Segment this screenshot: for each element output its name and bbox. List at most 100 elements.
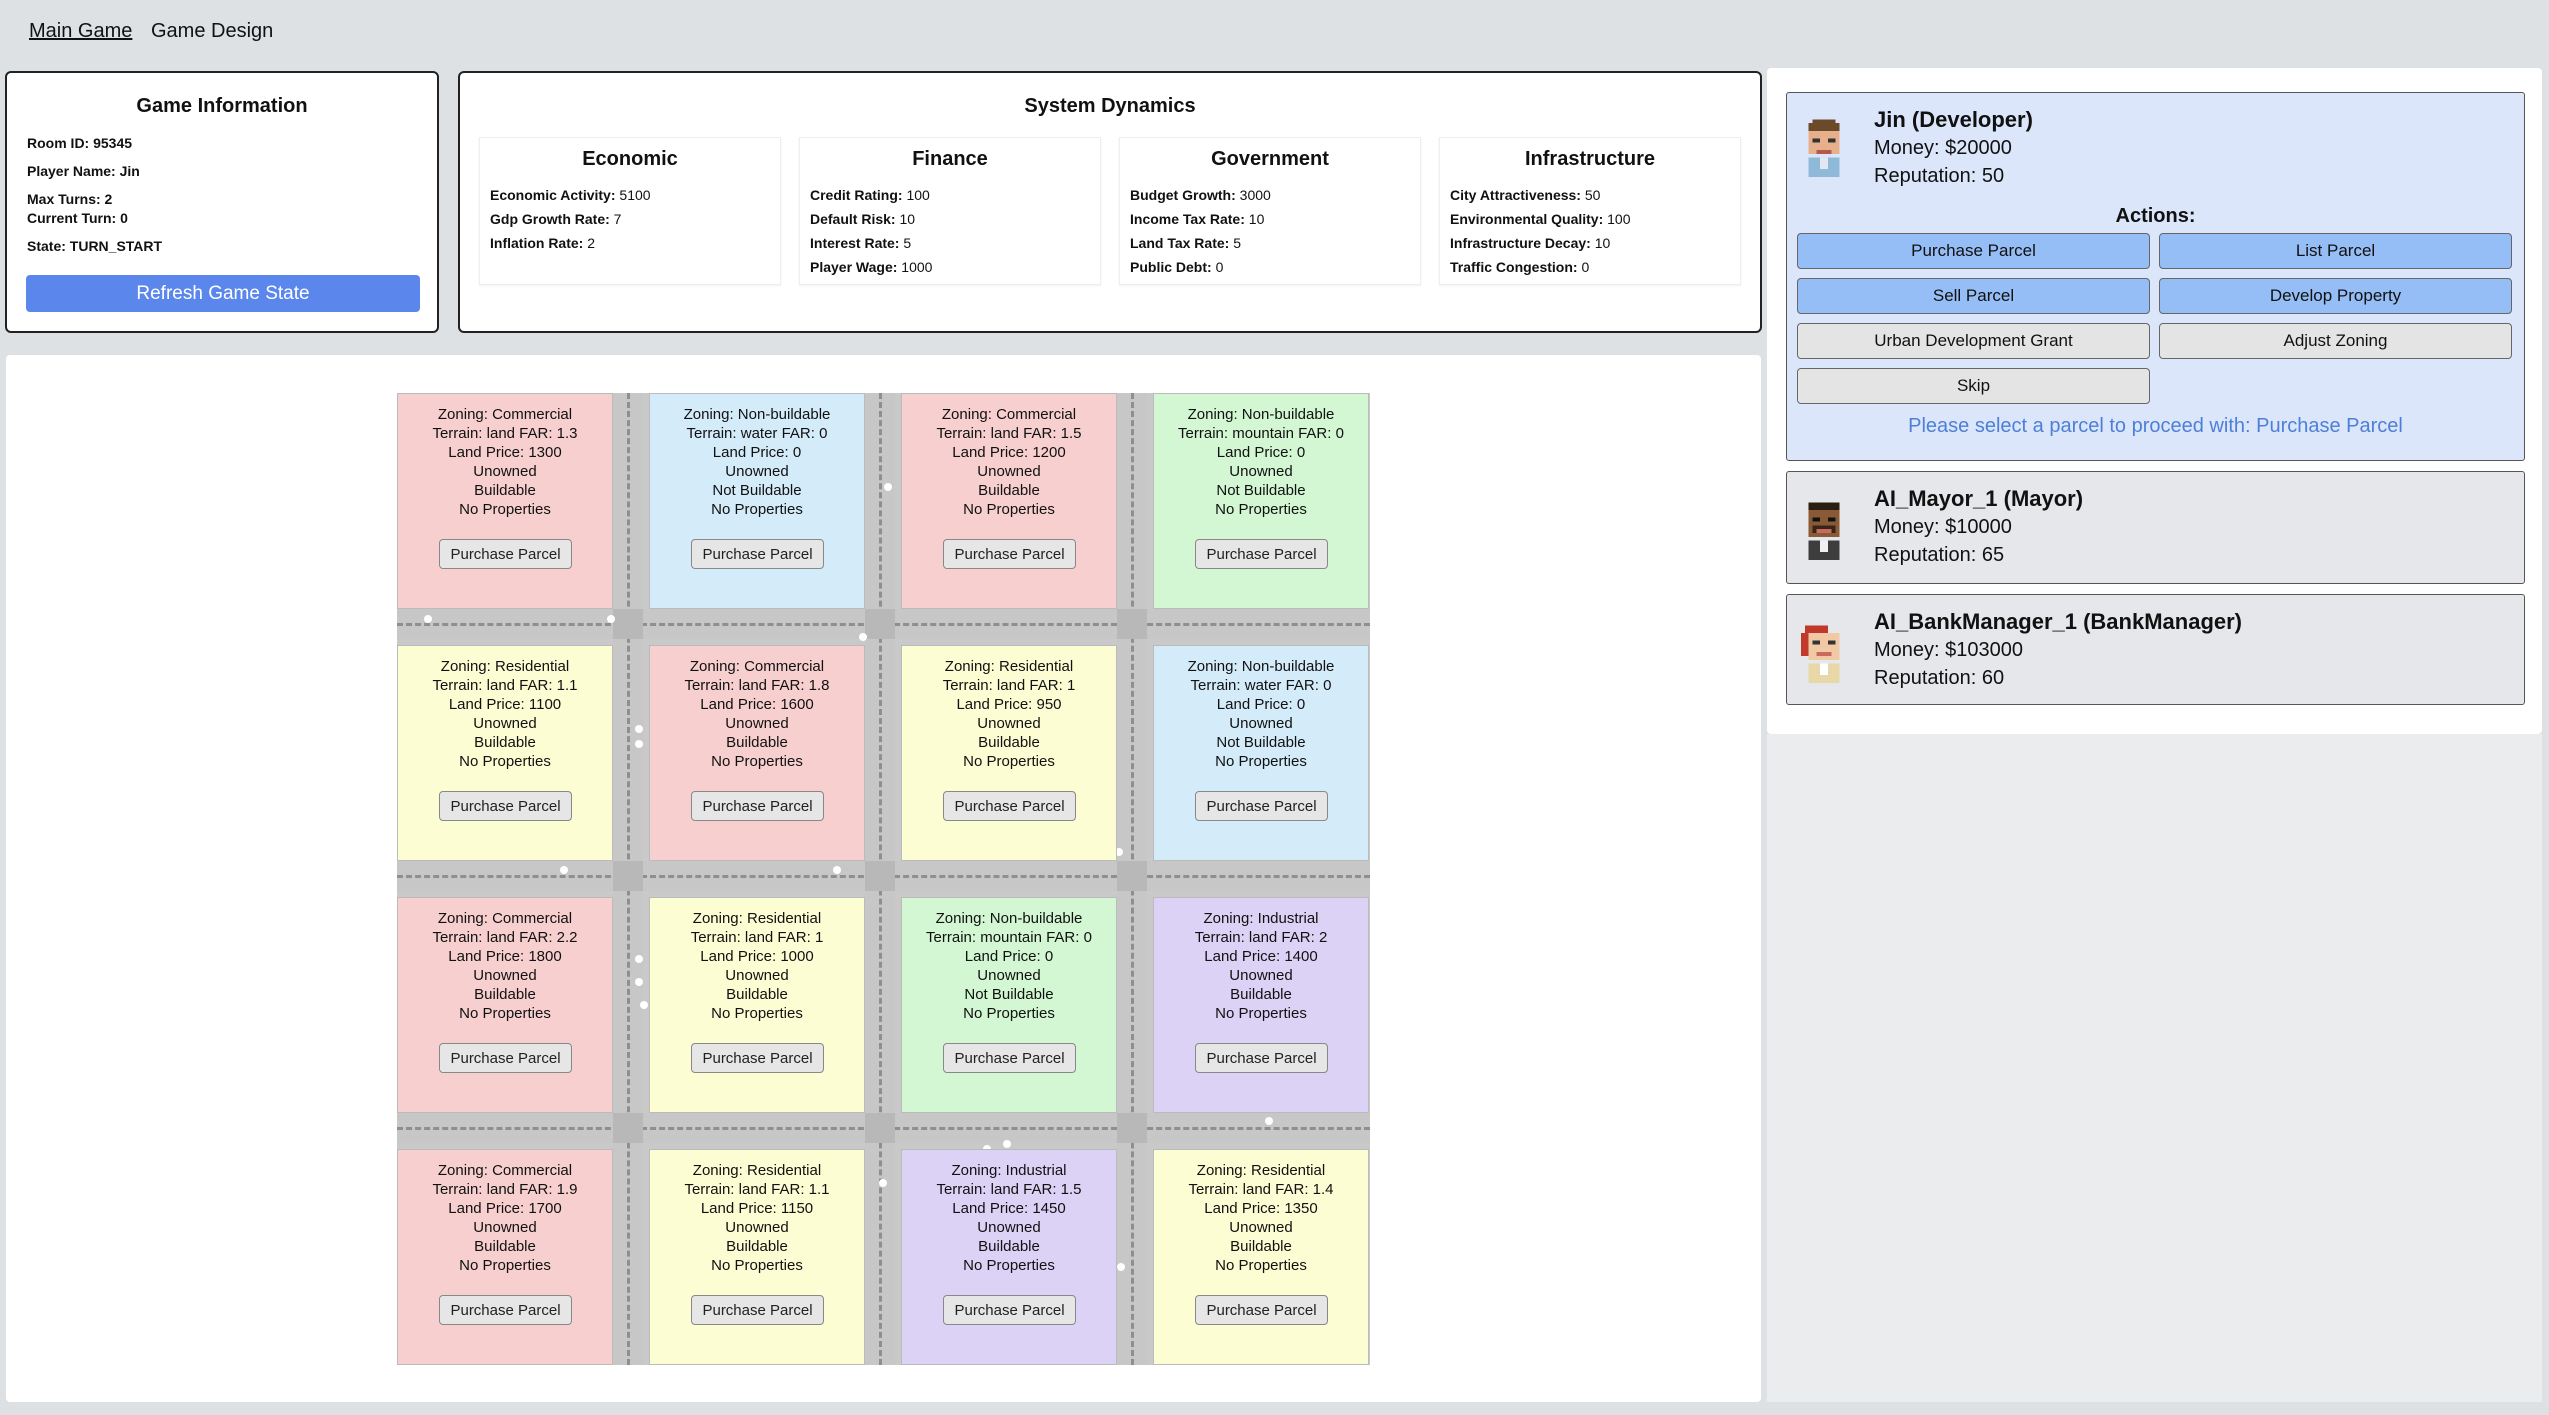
stat-row: Gdp Growth Rate: 7: [490, 211, 622, 227]
parcel-build: Not Buildable: [964, 986, 1054, 1003]
parcel-tile[interactable]: Zoning: Commercial Terrain: land FAR: 1.3…: [397, 393, 613, 609]
parcel-price: Land Price: 1600: [700, 696, 814, 713]
parcel-props: No Properties: [711, 1257, 803, 1274]
developer-avatar-icon: [1808, 119, 1840, 177]
parcel-zoning: Zoning: Residential: [944, 658, 1074, 675]
develop-property-action-button[interactable]: Develop Property: [2159, 278, 2512, 314]
purchase-parcel-button[interactable]: Purchase Parcel: [691, 1043, 824, 1073]
player-reputation: Reputation: 60: [1874, 667, 2005, 689]
parcel-build: Not Buildable: [712, 482, 802, 499]
purchase-parcel-button[interactable]: Purchase Parcel: [691, 539, 824, 569]
parcel-owner: Unowned: [725, 463, 789, 480]
parcel-zoning: Zoning: Non-buildable: [1187, 406, 1335, 423]
parcel-tile[interactable]: Zoning: Residential Terrain: land FAR: 1.…: [649, 1149, 865, 1365]
parcel-props: No Properties: [711, 753, 803, 770]
parcel-price: Land Price: 0: [1216, 696, 1306, 713]
player-name: AI_BankManager_1 (BankManager): [1874, 609, 2243, 634]
purchase-parcel-button[interactable]: Purchase Parcel: [1195, 539, 1328, 569]
parcel-price: Land Price: 1150: [700, 1200, 814, 1217]
purchase-parcel-button[interactable]: Purchase Parcel: [943, 1043, 1076, 1073]
parcel-owner: Unowned: [977, 1219, 1041, 1236]
stat-row: Inflation Rate: 2: [490, 235, 596, 251]
parcel-tile[interactable]: Zoning: Commercial Terrain: land FAR: 1.5…: [901, 393, 1117, 609]
parcel-tile[interactable]: Zoning: Residential Terrain: land FAR: 1.…: [1153, 1149, 1369, 1365]
parcel-props: No Properties: [1215, 753, 1307, 770]
nav-main-game-link[interactable]: Main Game: [29, 20, 132, 43]
purchase-parcel-button[interactable]: Purchase Parcel: [439, 1043, 572, 1073]
parcel-tile[interactable]: Zoning: Non-buildable Terrain: mountain F…: [901, 897, 1117, 1113]
skip-button[interactable]: Skip: [1797, 368, 2150, 404]
parcel-zoning: Zoning: Commercial: [437, 406, 573, 423]
parcel-terrain: Terrain: land FAR: 1.1: [432, 677, 578, 694]
stat-row: Land Tax Rate: 5: [1130, 235, 1241, 251]
parcel-terrain: Terrain: land FAR: 1.1: [684, 1181, 830, 1198]
parcel-props: No Properties: [459, 753, 551, 770]
parcel-owner: Unowned: [473, 967, 537, 984]
parcel-tile[interactable]: Zoning: Non-buildable Terrain: mountain F…: [1153, 393, 1369, 609]
parcel-tile[interactable]: Zoning: Industrial Terrain: land FAR: 2 La…: [1153, 897, 1369, 1113]
nav-game-design-link[interactable]: Game Design: [151, 20, 273, 43]
parcel-props: No Properties: [1215, 1005, 1307, 1022]
adjust-zoning-button[interactable]: Adjust Zoning: [2159, 323, 2512, 359]
parcel-owner: Unowned: [977, 463, 1041, 480]
parcel-build: Buildable: [978, 482, 1040, 499]
urban-development-grant-button[interactable]: Urban Development Grant: [1797, 323, 2150, 359]
purchase-parcel-button[interactable]: Purchase Parcel: [691, 791, 824, 821]
parcel-terrain: Terrain: land FAR: 1.9: [432, 1181, 578, 1198]
parcel-tile[interactable]: Zoning: Commercial Terrain: land FAR: 1.9…: [397, 1149, 613, 1365]
sell-parcel-action-button[interactable]: Sell Parcel: [1797, 278, 2150, 314]
parcel-price: Land Price: 0: [712, 444, 802, 461]
parcel-tile[interactable]: Zoning: Non-buildable Terrain: water FAR:…: [649, 393, 865, 609]
parcel-zoning: Zoning: Commercial: [941, 406, 1077, 423]
purchase-parcel-button[interactable]: Purchase Parcel: [1195, 1043, 1328, 1073]
parcel-tile[interactable]: Zoning: Non-buildable Terrain: water FAR:…: [1153, 645, 1369, 861]
purchase-parcel-button[interactable]: Purchase Parcel: [1195, 1295, 1328, 1325]
parcel-tile[interactable]: Zoning: Commercial Terrain: land FAR: 2.2…: [397, 897, 613, 1113]
parcel-owner: Unowned: [977, 715, 1041, 732]
parcel-owner: Unowned: [473, 715, 537, 732]
finance-card: Finance Credit Rating: 100 Default Risk:…: [799, 137, 1101, 285]
list-parcel-action-button[interactable]: List Parcel: [2159, 233, 2512, 269]
parcel-build: Buildable: [474, 482, 536, 499]
purchase-parcel-button[interactable]: Purchase Parcel: [439, 791, 572, 821]
player-name: Jin (Developer): [1874, 107, 2033, 132]
parcel-price: Land Price: 1200: [952, 444, 1066, 461]
parcel-owner: Unowned: [725, 967, 789, 984]
parcel-zoning: Zoning: Commercial: [689, 658, 825, 675]
game-information-title: Game Information: [136, 95, 308, 117]
purchase-parcel-button[interactable]: Purchase Parcel: [1195, 791, 1328, 821]
parcel-terrain: Terrain: land FAR: 1.5: [936, 425, 1082, 442]
stat-row: Infrastructure Decay: 10: [1450, 235, 1611, 251]
parcel-zoning: Zoning: Non-buildable: [1187, 658, 1335, 675]
purchase-parcel-button[interactable]: Purchase Parcel: [691, 1295, 824, 1325]
purchase-parcel-button[interactable]: Purchase Parcel: [439, 539, 572, 569]
player-name: Player Name: Jin: [27, 163, 140, 179]
purchase-parcel-button[interactable]: Purchase Parcel: [943, 539, 1076, 569]
parcel-props: No Properties: [963, 501, 1055, 518]
purchase-parcel-button[interactable]: Purchase Parcel: [943, 1295, 1076, 1325]
parcel-tile[interactable]: Zoning: Residential Terrain: land FAR: 1.…: [397, 645, 613, 861]
vehicle-dot: [884, 483, 892, 491]
players-panel-empty-area: [1767, 734, 2542, 1402]
vehicle-dot: [833, 866, 841, 874]
room-id: Room ID: 95345: [27, 135, 133, 151]
system-dynamics-title: System Dynamics: [1024, 95, 1196, 117]
refresh-game-state-button[interactable]: Refresh Game State: [26, 275, 420, 312]
purchase-parcel-button[interactable]: Purchase Parcel: [943, 791, 1076, 821]
parcel-tile[interactable]: Zoning: Commercial Terrain: land FAR: 1.8…: [649, 645, 865, 861]
vehicle-dot: [560, 866, 568, 874]
actions-title: Actions:: [2115, 205, 2196, 227]
parcel-terrain: Terrain: land FAR: 1.8: [684, 677, 830, 694]
parcel-tile[interactable]: Zoning: Residential Terrain: land FAR: 1 L…: [901, 645, 1117, 861]
parcel-build: Buildable: [474, 734, 536, 751]
parcel-owner: Unowned: [473, 463, 537, 480]
parcel-tile[interactable]: Zoning: Industrial Terrain: land FAR: 1.5…: [901, 1149, 1117, 1365]
parcel-owner: Unowned: [1229, 1219, 1293, 1236]
stat-row: Budget Growth: 3000: [1130, 187, 1271, 203]
purchase-parcel-action-button[interactable]: Purchase Parcel: [1797, 233, 2150, 269]
parcel-owner: Unowned: [1229, 463, 1293, 480]
purchase-parcel-button[interactable]: Purchase Parcel: [439, 1295, 572, 1325]
top-nav: Main Game Game Design: [0, 0, 2549, 66]
vehicle-dot: [1117, 1263, 1125, 1271]
parcel-tile[interactable]: Zoning: Residential Terrain: land FAR: 1 L…: [649, 897, 865, 1113]
